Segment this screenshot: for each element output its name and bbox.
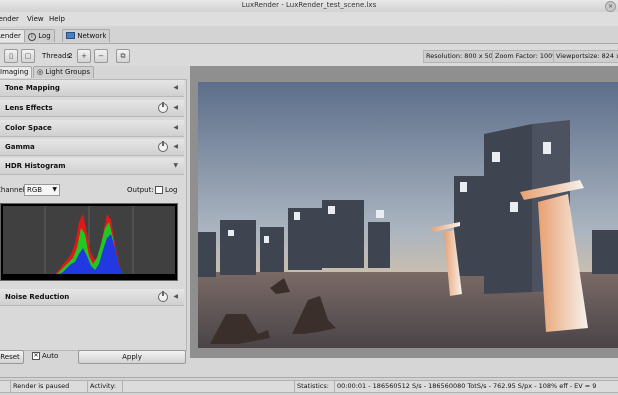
apply-button[interactable]: Apply <box>78 350 186 364</box>
section-color-space[interactable]: Color Space ◀ <box>0 120 184 137</box>
auto-checkbox[interactable]: ✕ <box>32 352 40 360</box>
building <box>592 230 618 274</box>
section-noise-reduction-label: Noise Reduction <box>5 293 70 301</box>
section-hdr-histogram[interactable]: HDR Histogram ▼ <box>0 158 184 175</box>
chevron-down-icon: ▼ <box>52 186 57 193</box>
section-gamma[interactable]: Gamma ◀ <box>0 139 184 156</box>
resolution-readout: Resolution: 800 x 500 <box>423 50 501 63</box>
building <box>260 227 284 272</box>
window <box>492 152 500 162</box>
collapse-arrow-icon[interactable]: ◀ <box>173 289 178 305</box>
remove-thread-button[interactable]: − <box>94 49 108 63</box>
expand-arrow-icon[interactable]: ▼ <box>173 158 178 174</box>
menu-render[interactable]: Render <box>0 15 19 23</box>
tab-render[interactable]: Render <box>0 29 25 42</box>
section-lens-effects-label: Lens Effects <box>5 104 53 112</box>
copy-button[interactable]: ⧉ <box>116 49 130 63</box>
log-label: Log <box>165 186 178 194</box>
pause-button[interactable]: ▯ <box>4 49 18 63</box>
tab-imaging-label: Imaging <box>0 68 29 76</box>
menu-bar: Render View Help <box>0 12 618 26</box>
main-tabbar: Render i Log Network <box>0 27 618 44</box>
section-gamma-label: Gamma <box>5 143 35 151</box>
plus-icon: + <box>81 52 87 60</box>
stop-button[interactable]: ▢ <box>21 49 35 63</box>
activity-field <box>122 380 296 393</box>
power-icon[interactable] <box>158 141 168 152</box>
window <box>510 202 518 212</box>
tab-log-label: Log <box>38 32 51 40</box>
render-status: Render is paused <box>10 380 92 393</box>
collapse-arrow-icon[interactable]: ◀ <box>173 120 178 136</box>
menu-help[interactable]: Help <box>49 15 65 23</box>
tab-network[interactable]: Network <box>62 29 111 42</box>
tab-log[interactable]: i Log <box>24 29 55 42</box>
copy-icon: ⧉ <box>120 52 126 60</box>
section-color-space-label: Color Space <box>5 124 52 132</box>
power-icon[interactable] <box>158 291 168 302</box>
tab-light-groups[interactable]: ◎ Light Groups <box>33 66 94 78</box>
info-icon: i <box>28 33 36 41</box>
tab-imaging[interactable]: Imaging <box>0 66 33 78</box>
auto-label: Auto <box>42 352 59 360</box>
window <box>264 236 269 243</box>
building <box>484 124 532 294</box>
reset-button[interactable]: Reset <box>0 350 24 364</box>
window-title: LuxRender - LuxRender_test_scene.lxs <box>241 1 377 9</box>
window <box>294 212 300 220</box>
status-bar: Render is paused Activity: Statistics: 0… <box>0 377 618 395</box>
rendered-scene-image <box>198 82 618 348</box>
building <box>368 222 390 268</box>
network-icon <box>66 32 75 39</box>
menu-view[interactable]: View <box>27 15 44 23</box>
minus-icon: − <box>98 52 104 60</box>
window <box>460 182 467 192</box>
histogram-plot <box>0 203 178 281</box>
tab-network-label: Network <box>77 32 107 40</box>
power-icon[interactable] <box>158 102 168 113</box>
building <box>288 208 322 270</box>
channel-select-value: RGB <box>27 186 43 194</box>
viewport-size-readout: Viewportsize: 824 x 5 <box>553 50 618 63</box>
section-tone-mapping-label: Tone Mapping <box>5 84 60 92</box>
close-icon[interactable]: × <box>605 1 616 12</box>
add-thread-button[interactable]: + <box>77 49 91 63</box>
building <box>220 220 256 275</box>
stop-icon: ▢ <box>24 52 32 60</box>
collapse-arrow-icon[interactable]: ◀ <box>173 139 178 155</box>
pause-icon: ▯ <box>9 52 13 60</box>
channel-select[interactable]: RGB ▼ <box>24 184 60 196</box>
section-lens-effects[interactable]: Lens Effects ◀ <box>0 100 184 117</box>
window <box>328 206 335 214</box>
building <box>198 232 216 277</box>
window <box>543 142 551 154</box>
light-groups-icon: ◎ <box>37 68 44 76</box>
window <box>376 210 384 218</box>
collapse-arrow-icon[interactable]: ◀ <box>173 100 178 116</box>
tab-light-groups-label: Light Groups <box>45 68 90 76</box>
window <box>228 230 234 236</box>
collapse-arrow-icon[interactable]: ◀ <box>173 80 178 96</box>
section-noise-reduction[interactable]: Noise Reduction ◀ <box>0 289 184 306</box>
histogram-graphic <box>3 206 175 274</box>
log-checkbox[interactable] <box>155 186 163 194</box>
tab-render-label: Render <box>0 32 21 40</box>
activity-label: Activity: <box>87 380 123 393</box>
threads-value: 2 <box>68 52 73 60</box>
render-viewport[interactable] <box>198 82 618 348</box>
section-hdr-histogram-label: HDR Histogram <box>5 162 66 170</box>
output-label: Output: <box>127 186 154 194</box>
statistics-label: Statistics: <box>294 380 336 393</box>
left-tabbar: Imaging ◎ Light Groups <box>0 66 190 79</box>
section-tone-mapping[interactable]: Tone Mapping ◀ <box>0 80 184 97</box>
zoom-readout: Zoom Factor: 100% <box>492 50 562 63</box>
statistics-value: 00:00:01 - 186560512 S/s - 186560080 Tot… <box>334 380 618 393</box>
